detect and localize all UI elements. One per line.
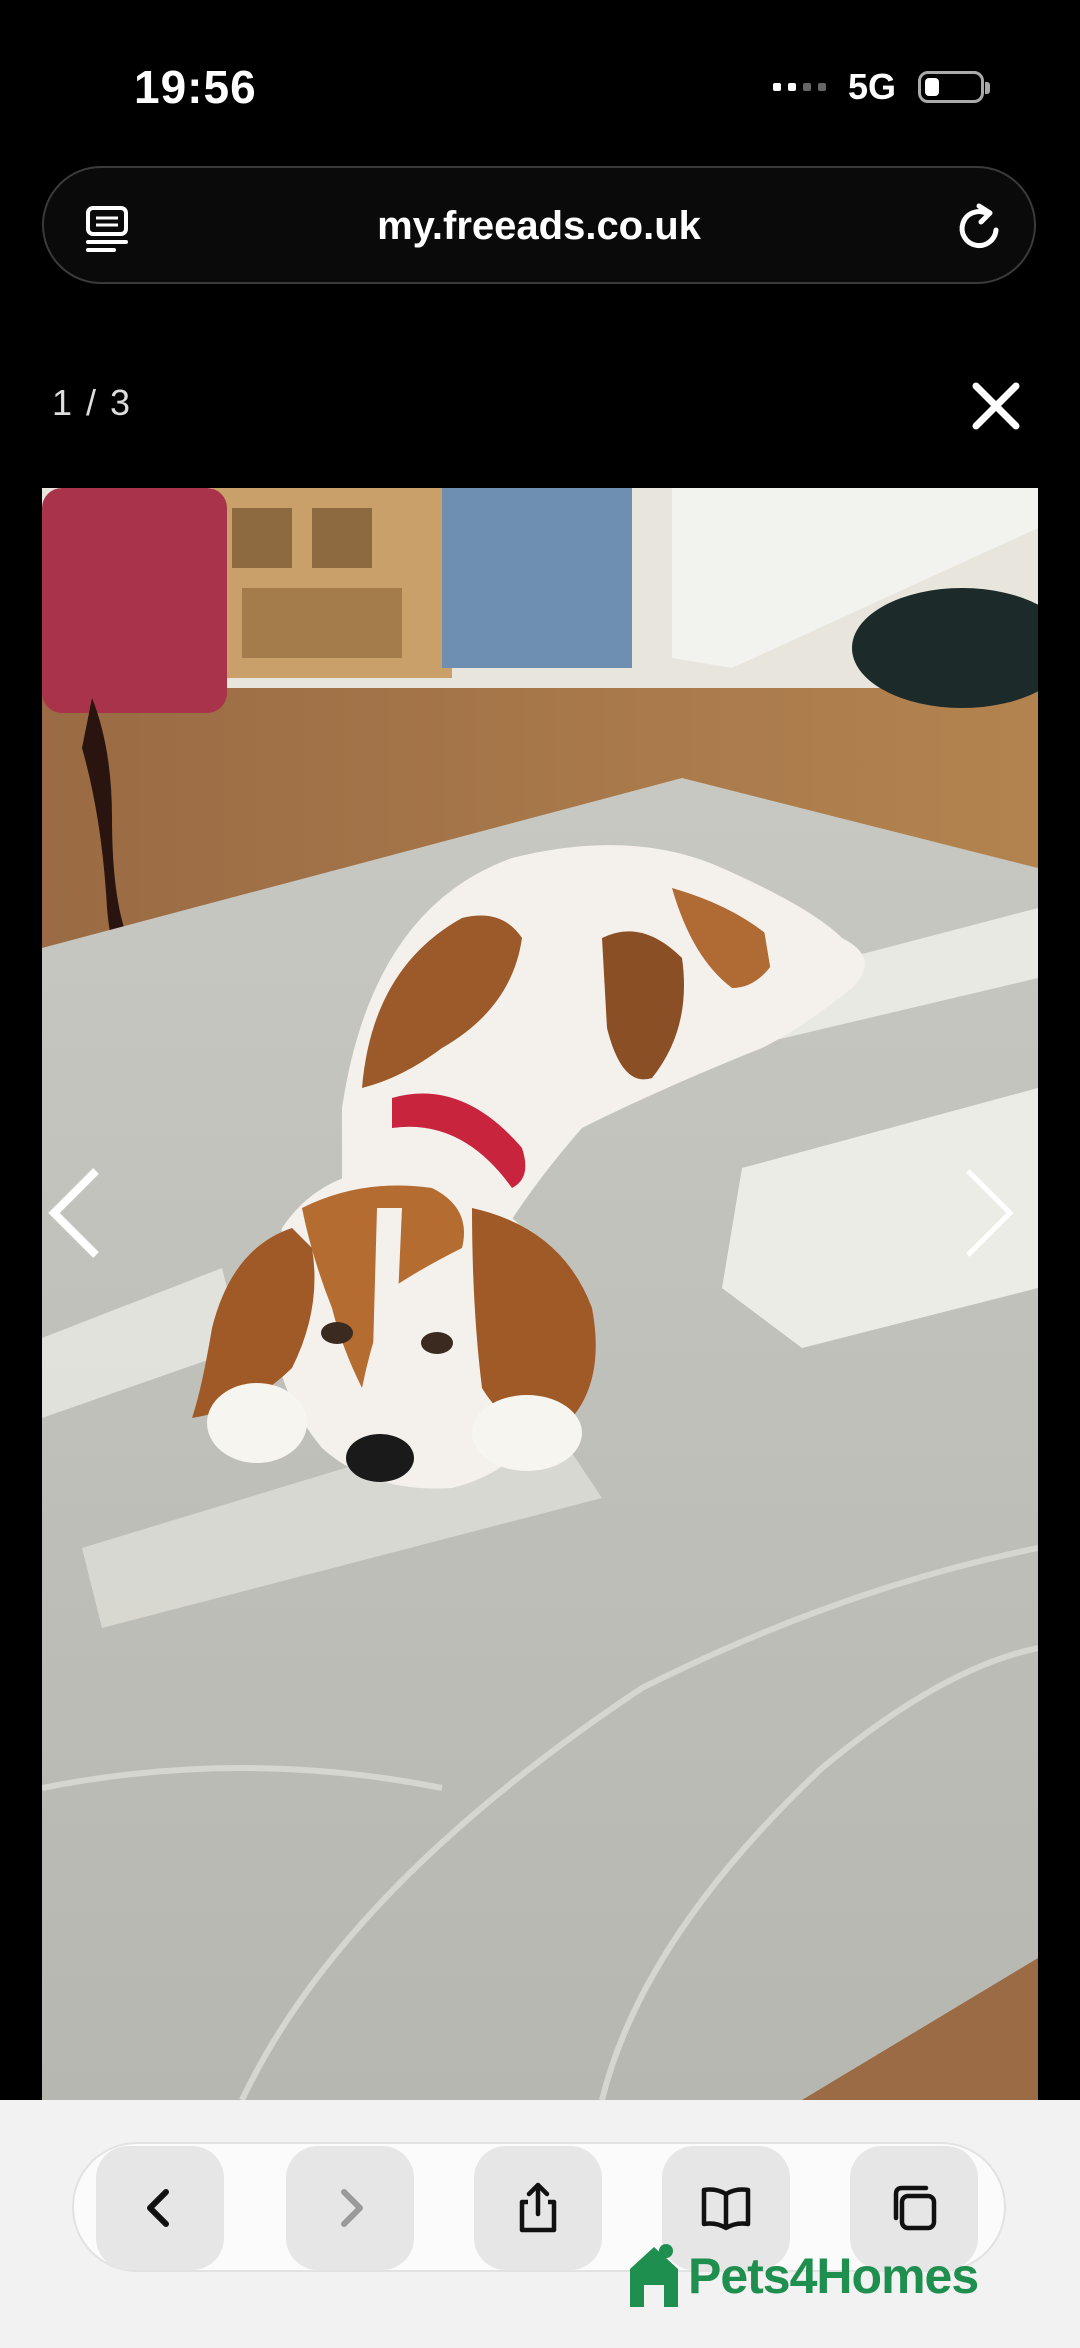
address-bar[interactable]: my.freeads.co.uk [42, 166, 1036, 284]
status-indicators: 5G [772, 66, 990, 108]
back-button[interactable] [96, 2146, 224, 2270]
signal-icon [772, 83, 826, 91]
bookmarks-icon [701, 2187, 751, 2231]
chevron-left-icon[interactable] [44, 1165, 108, 1261]
share-icon [519, 2182, 557, 2233]
url-text[interactable]: my.freeads.co.uk [44, 204, 1034, 249]
forward-icon [341, 2189, 363, 2227]
logo-text: Pets4Homes [688, 2248, 979, 2304]
gallery-photo[interactable] [42, 488, 1038, 2100]
network-label: 5G [847, 66, 896, 107]
close-icon[interactable] [970, 380, 1022, 432]
status-time: 19:56 [134, 61, 257, 113]
reload-icon[interactable] [952, 200, 1008, 256]
back-icon [147, 2189, 169, 2227]
beagle-photo [42, 488, 1038, 2100]
image-counter: 1 / 3 [52, 382, 133, 423]
share-button[interactable] [474, 2146, 602, 2270]
forward-button[interactable] [286, 2146, 414, 2270]
chevron-right-icon[interactable] [958, 1165, 1022, 1261]
tabs-icon [893, 2185, 937, 2231]
battery-icon [918, 71, 990, 103]
pets4homes-logo: Pets4Homes [626, 2236, 979, 2316]
logo-house-icon [630, 2244, 678, 2307]
